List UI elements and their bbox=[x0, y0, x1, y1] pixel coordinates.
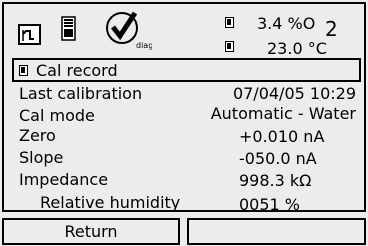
right-softkey[interactable] bbox=[187, 218, 366, 245]
device-screen: diag 3.4 %O 2 23.0 °C Cal record Last ca… bbox=[0, 0, 368, 246]
relative-humidity-label: Relative humidity bbox=[40, 193, 181, 212]
zero-value: +0.010 nA bbox=[239, 127, 325, 146]
slope-value: -050.0 nA bbox=[239, 149, 317, 168]
page-title: Cal record bbox=[36, 61, 118, 80]
zero-label: Zero bbox=[19, 126, 56, 145]
oxygen-subscript: 2 bbox=[325, 17, 338, 41]
temperature-reading: 23.0 °C bbox=[225, 39, 355, 59]
temperature-value: 23.0 °C bbox=[267, 39, 327, 58]
main-panel: diag 3.4 %O 2 23.0 °C Cal record Last ca… bbox=[2, 2, 366, 214]
graph-icon bbox=[18, 24, 41, 45]
menu-indicator-icon bbox=[19, 65, 28, 76]
menu-title-bar: Cal record bbox=[12, 58, 361, 82]
slope-label: Slope bbox=[19, 148, 64, 167]
return-softkey[interactable]: Return bbox=[2, 218, 180, 245]
diag-label: diag bbox=[136, 41, 152, 50]
impedance-label: Impedance bbox=[19, 170, 109, 189]
relative-humidity-value: 0051 % bbox=[239, 195, 301, 214]
diag-check-icon: diag bbox=[106, 11, 152, 50]
oxygen-reading: 3.4 %O 2 bbox=[225, 15, 355, 39]
memory-card-icon bbox=[61, 16, 76, 41]
last-calibration-label: Last calibration bbox=[19, 84, 143, 103]
cal-mode-label: Cal mode bbox=[19, 106, 95, 125]
impedance-value: 998.3 kΩ bbox=[239, 171, 312, 190]
cal-mode-value: Automatic - Water bbox=[210, 104, 356, 123]
return-softkey-label: Return bbox=[64, 222, 118, 241]
oxygen-value: 3.4 %O bbox=[257, 14, 316, 33]
last-calibration-value: 07/04/05 10:29 bbox=[232, 84, 356, 103]
measurement-indicator-icon bbox=[225, 41, 234, 52]
measurement-indicator-icon bbox=[225, 17, 234, 28]
